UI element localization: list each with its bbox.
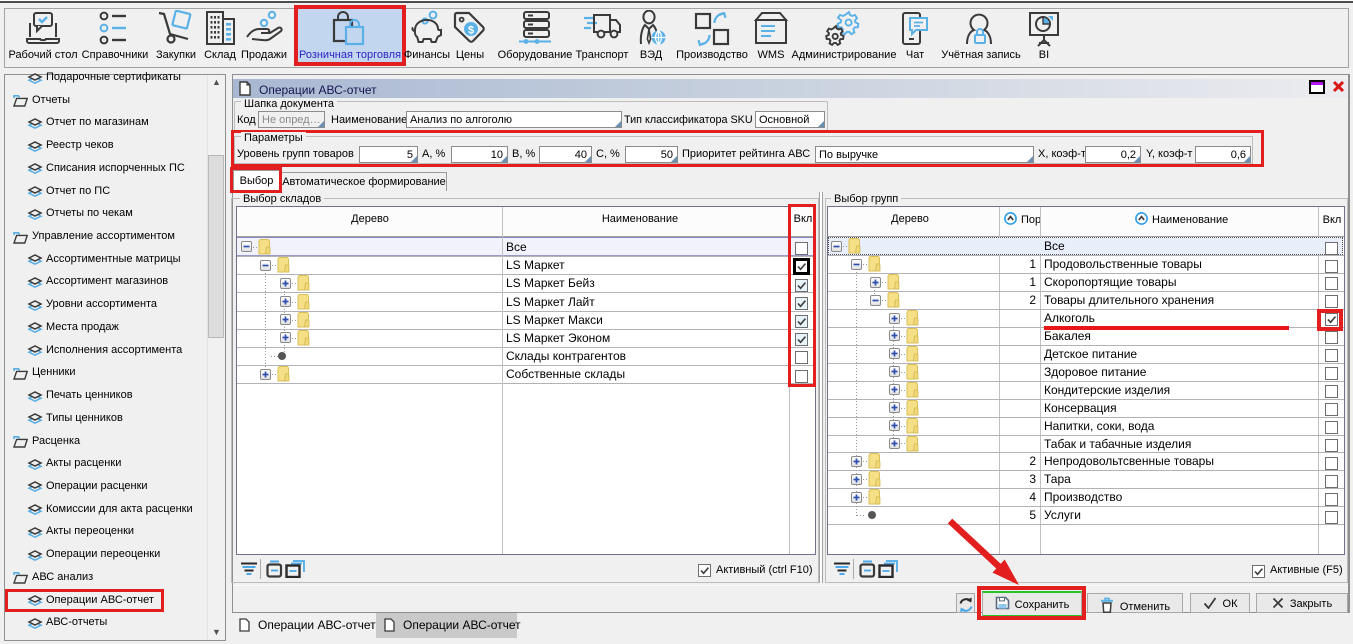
svg-text:$: $ [468,24,474,36]
